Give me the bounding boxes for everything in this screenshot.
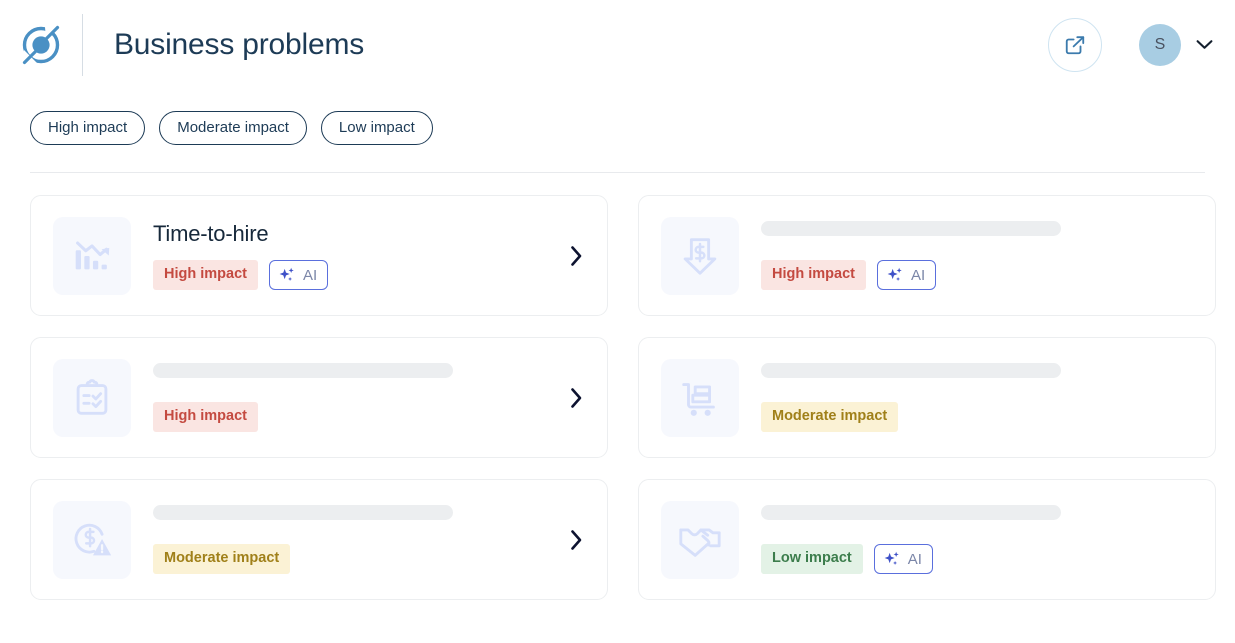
- card-body: Low impact AI: [739, 505, 1197, 575]
- status-badge: Low impact: [761, 544, 863, 575]
- ai-button[interactable]: AI: [873, 544, 933, 575]
- external-link-icon: [1065, 35, 1085, 54]
- business-problem-grid: Time-to-hire High impact AI High impact …: [0, 173, 1235, 601]
- card-icon-container: [53, 500, 131, 579]
- card-meta-row: High impact AI: [761, 260, 1197, 291]
- app-header: Business problems S: [0, 0, 1235, 89]
- card-title-placeholder: [761, 505, 1061, 521]
- card-icon-container: [661, 500, 739, 579]
- card-icon-container: [53, 216, 131, 295]
- chevron-down-icon[interactable]: [1196, 39, 1213, 50]
- header-divider: [82, 13, 83, 76]
- card-title: Time-to-hire: [153, 221, 269, 247]
- status-badge: High impact: [761, 260, 866, 291]
- dollar-down-arrow-icon: [683, 238, 717, 275]
- clipboard-check-icon: [76, 378, 108, 415]
- card-body: High impact AI: [739, 221, 1197, 291]
- card-body: High impact: [131, 363, 551, 433]
- declining-bar-chart-icon: [75, 241, 110, 270]
- logo-container[interactable]: [0, 23, 82, 67]
- problem-card[interactable]: High impact: [30, 337, 608, 459]
- card-open-chevron[interactable]: [563, 245, 589, 267]
- chevron-right-icon: [570, 387, 581, 408]
- chevron-right-icon: [570, 529, 581, 550]
- status-badge: High impact: [153, 402, 258, 433]
- card-meta-row: Moderate impact: [761, 402, 1197, 433]
- filter-chip-moderate-impact[interactable]: Moderate impact: [159, 111, 307, 146]
- card-meta-row: High impact: [153, 402, 551, 433]
- card-icon-container: [661, 216, 739, 295]
- card-meta-row: Moderate impact: [153, 544, 551, 575]
- card-title-placeholder: [153, 363, 453, 379]
- card-icon-container: [53, 358, 131, 437]
- card-title-placeholder: [761, 221, 1061, 237]
- card-body: Time-to-hire High impact AI: [131, 221, 551, 291]
- card-body: Moderate impact: [131, 505, 551, 575]
- avatar: S: [1139, 23, 1181, 66]
- sparkles-icon: [887, 268, 902, 282]
- impact-filter-bar: High impact Moderate impact Low impact: [0, 111, 1235, 146]
- card-title-placeholder: [761, 363, 1061, 379]
- ai-label: AI: [302, 266, 318, 284]
- ai-label: AI: [910, 266, 926, 284]
- target-circle-logo: [22, 25, 60, 64]
- page-title: Business problems: [114, 27, 365, 61]
- ai-label: AI: [907, 550, 922, 568]
- handshake-icon: [679, 528, 721, 557]
- status-badge: Moderate impact: [153, 544, 291, 575]
- card-open-chevron[interactable]: [563, 387, 589, 409]
- ai-button[interactable]: AI: [876, 260, 937, 291]
- card-meta-row: High impact AI: [153, 260, 551, 291]
- problem-card[interactable]: Moderate impact: [638, 337, 1216, 459]
- sparkles-icon: [884, 552, 899, 566]
- problem-card[interactable]: High impact AI: [638, 195, 1216, 317]
- status-badge: High impact: [153, 260, 258, 291]
- dollar-warning-icon: [74, 523, 112, 556]
- status-badge: Moderate impact: [761, 402, 899, 433]
- external-link-button[interactable]: [1048, 17, 1102, 72]
- chevron-right-icon: [570, 245, 581, 266]
- user-menu[interactable]: S: [1139, 23, 1213, 66]
- problem-card[interactable]: Moderate impact: [30, 479, 608, 601]
- card-open-chevron[interactable]: [563, 529, 589, 551]
- problem-card[interactable]: Time-to-hire High impact AI: [30, 195, 608, 317]
- sparkles-icon: [279, 268, 294, 282]
- card-body: Moderate impact: [739, 363, 1197, 433]
- card-meta-row: Low impact AI: [761, 544, 1197, 575]
- filter-chip-low-impact[interactable]: Low impact: [320, 111, 433, 146]
- app-window: Business problems S High impact Moderate…: [0, 0, 1235, 643]
- ai-button[interactable]: AI: [268, 260, 329, 291]
- card-icon-container: [661, 358, 739, 437]
- problem-card[interactable]: Low impact AI: [638, 479, 1216, 601]
- filter-chip-high-impact[interactable]: High impact: [30, 111, 146, 146]
- shopping-cart-icon: [682, 382, 715, 416]
- card-title-placeholder: [153, 505, 453, 521]
